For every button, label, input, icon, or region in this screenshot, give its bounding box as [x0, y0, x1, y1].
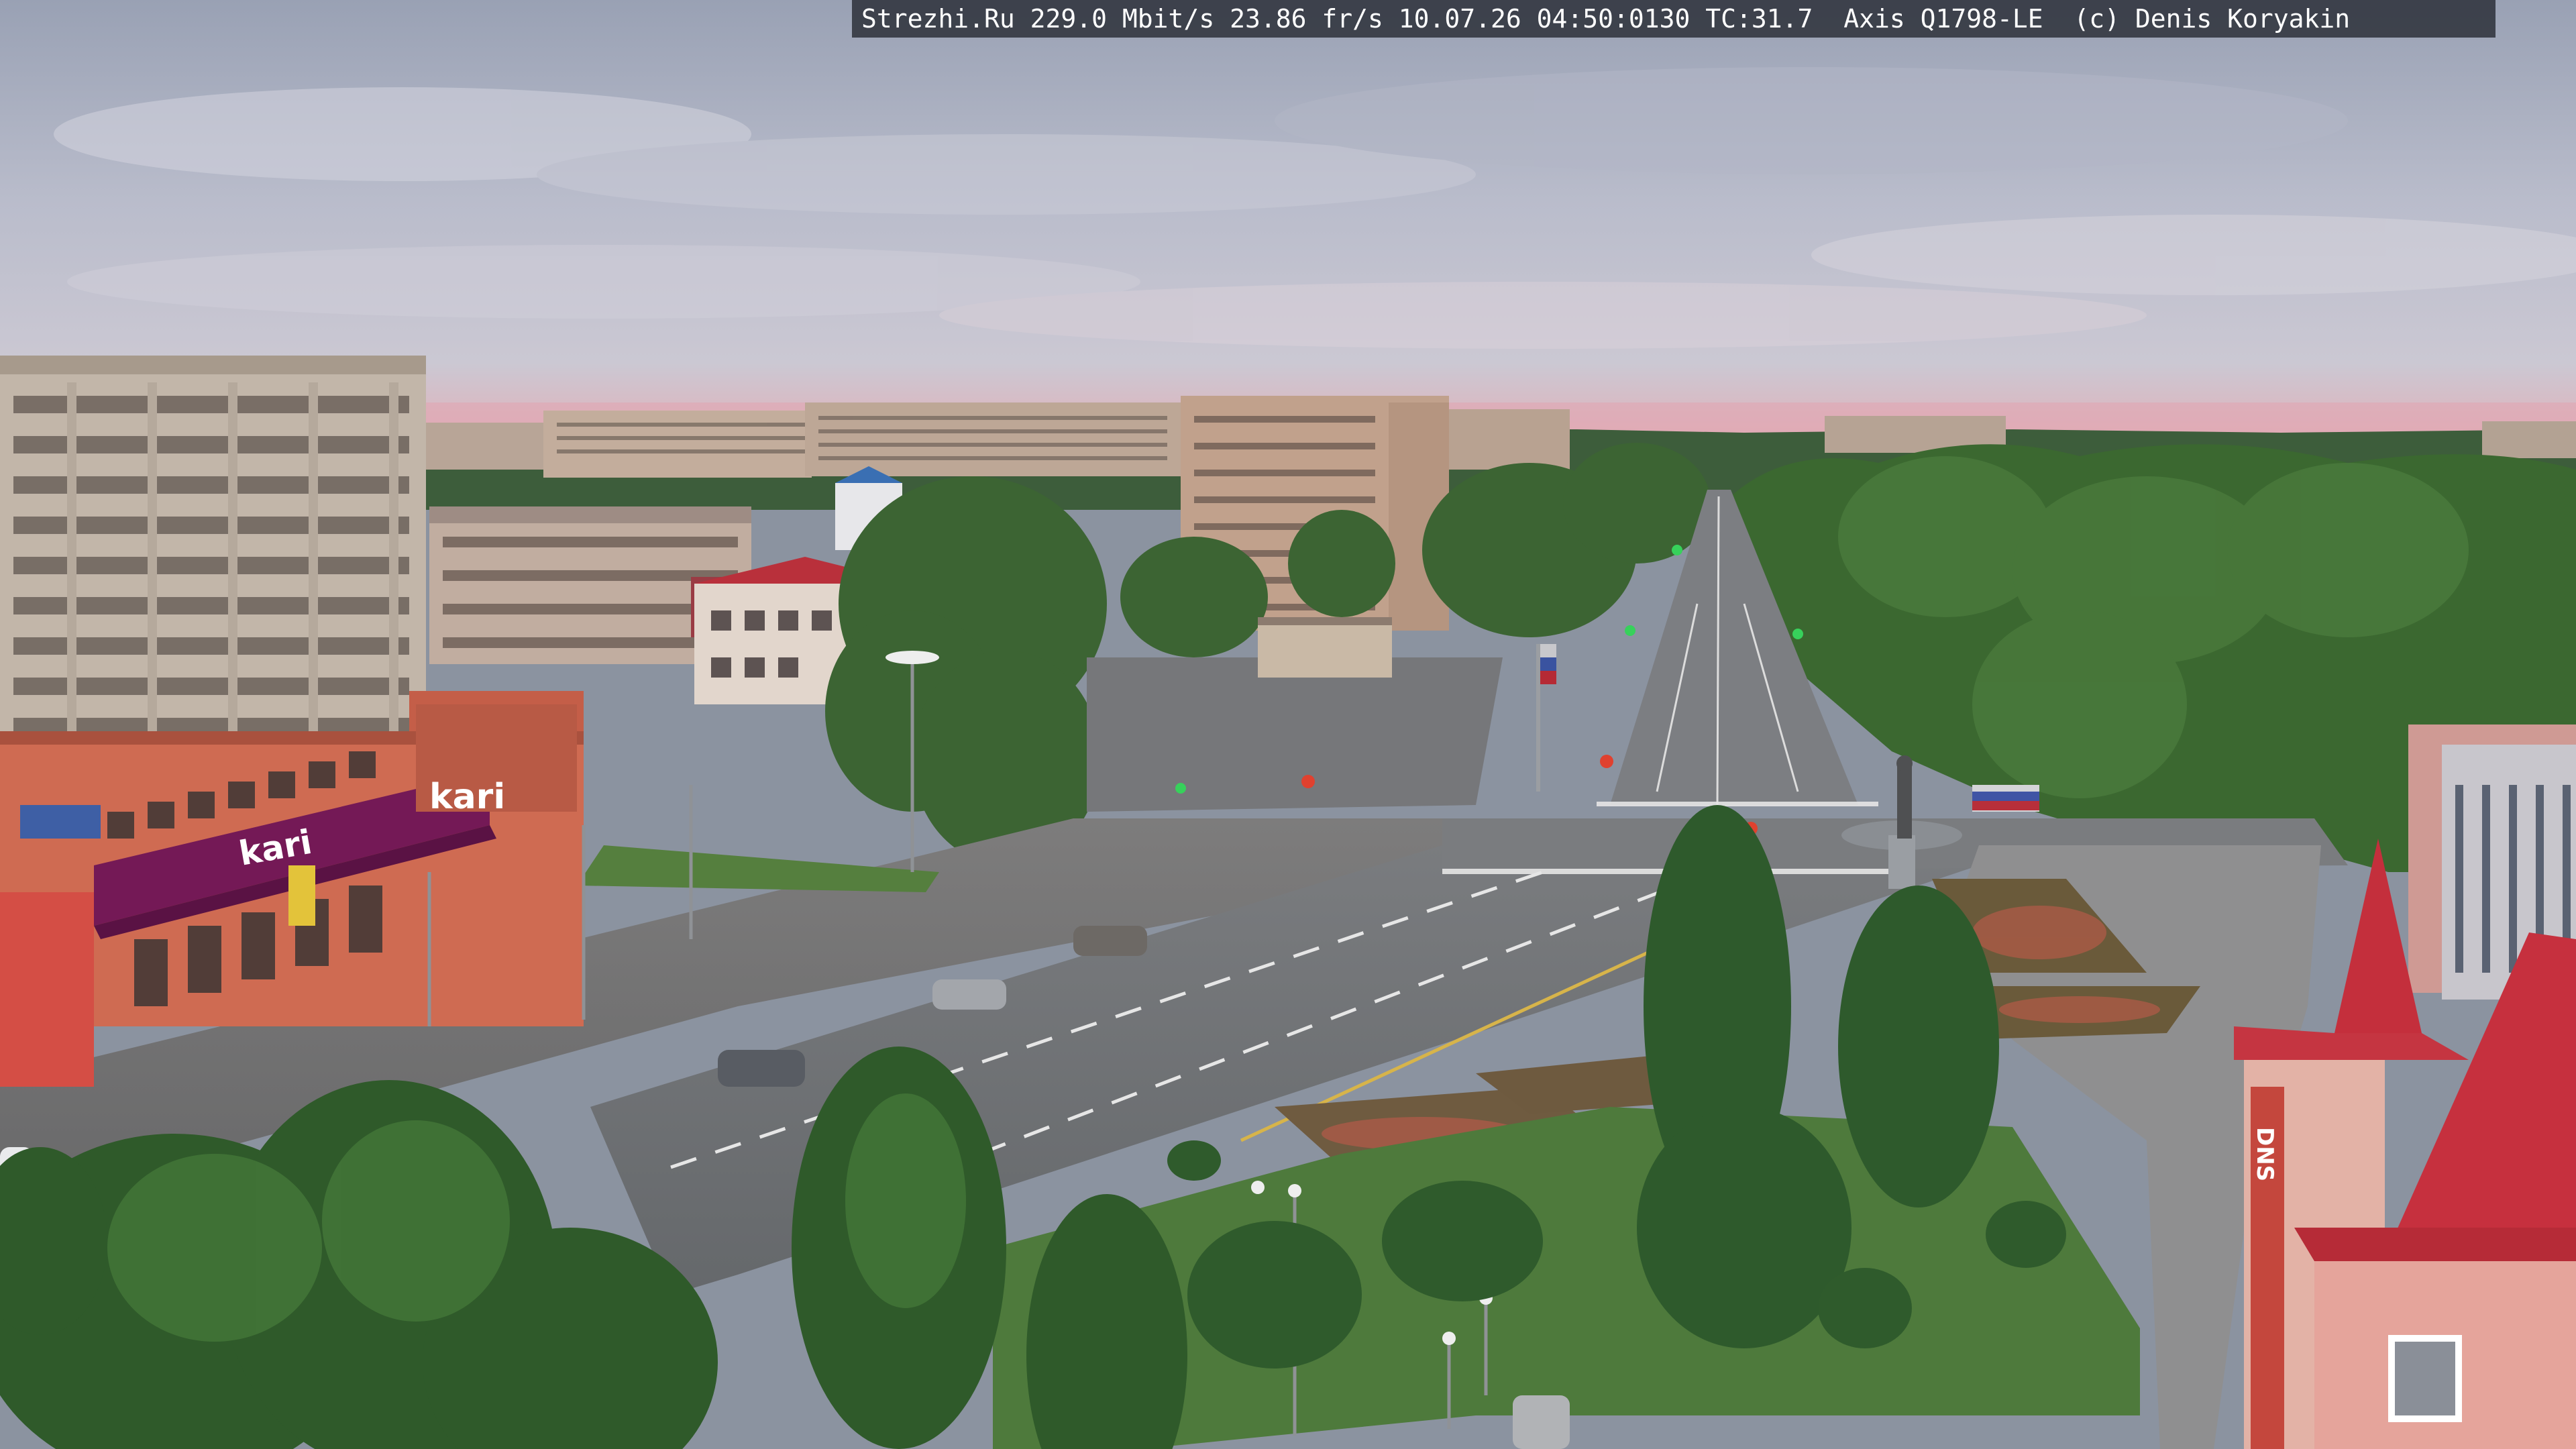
upper-plaza	[1087, 657, 1503, 812]
kari-top-sign: kari	[429, 777, 505, 817]
left-lawn	[577, 845, 939, 892]
webcam-scene: kari kari DNS Strezhi.Ru 229.0 Mbit/s 23…	[0, 0, 2576, 1449]
stage-building	[1258, 621, 1392, 678]
left-apartment-block	[0, 356, 426, 785]
city-view-illustration: kari kari DNS	[0, 0, 2576, 1449]
dns-sign: DNS	[2251, 1127, 2278, 1181]
camera-info-text: Strezhi.Ru 229.0 Mbit/s 23.86 fr/s 10.07…	[861, 4, 2351, 34]
camera-info-overlay: Strezhi.Ru 229.0 Mbit/s 23.86 fr/s 10.07…	[852, 0, 2496, 38]
